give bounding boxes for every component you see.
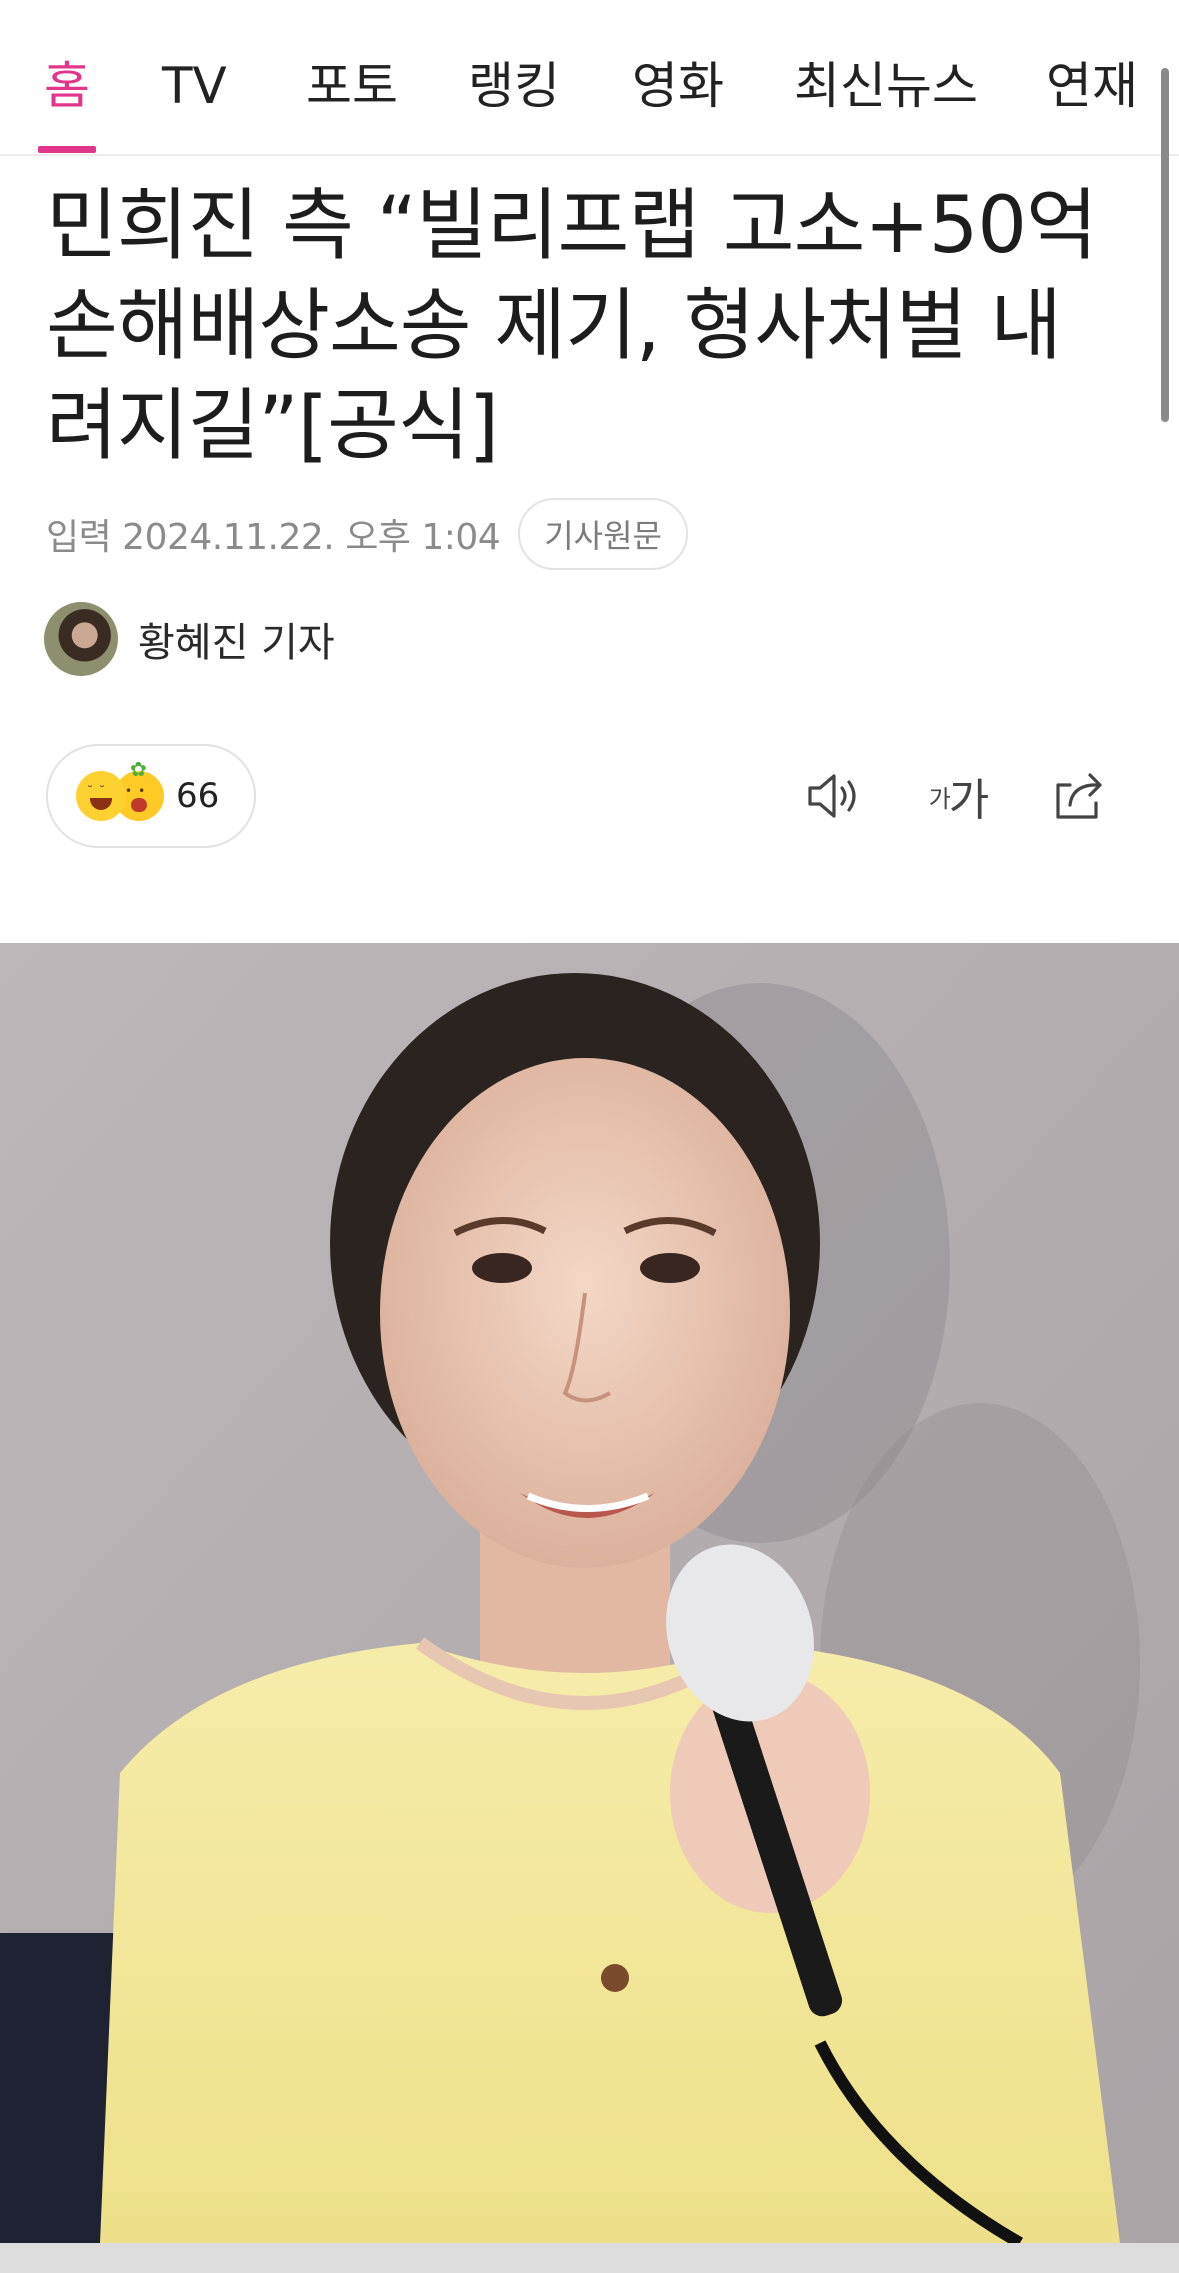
tab-home[interactable]: 홈 [44,56,90,116]
font-small-glyph: 가 [928,784,951,813]
speaker-icon[interactable] [798,760,870,832]
bottom-edge [0,2243,1179,2273]
portrait-photo [0,943,1179,2243]
active-tab-indicator [38,146,96,153]
tab-ranking[interactable]: 랭킹 [468,56,560,116]
reporter-info[interactable]: 황혜진 기자 [44,602,335,676]
font-large-glyph: 가 [948,775,990,826]
article-headline: 민희진 측 “빌리프랩 고소+50억 손해배상소송 제기, 형사처벌 내려지길”… [46,181,1098,471]
reporter-avatar [44,602,118,676]
font-size-icon[interactable]: 가가 [918,760,998,832]
reaction-button[interactable]: ˘˘ ✿ •• 66 [46,744,256,848]
article-photo[interactable] [0,943,1179,2243]
laugh-emoji-icon: ˘˘ [76,771,126,821]
share-icon[interactable] [1046,760,1112,832]
tab-series[interactable]: 연재 [1046,56,1138,116]
tab-movie[interactable]: 영화 [632,56,724,116]
reporter-name: 황혜진 기자 [138,620,335,666]
scrollbar[interactable] [1161,68,1169,422]
top-nav: 홈 TV 포토 랭킹 영화 최신뉴스 연재 [0,0,1179,156]
article-meta: 입력 2024.11.22. 오후 1:04 기사원문 [46,498,688,570]
tab-tv[interactable]: TV [162,56,227,116]
reaction-count: 66 [176,776,220,816]
tab-photo[interactable]: 포토 [306,56,398,116]
tab-latest-news[interactable]: 최신뉴스 [794,56,978,116]
original-article-button[interactable]: 기사원문 [518,498,688,570]
publish-date: 입력 2024.11.22. 오후 1:04 [46,517,501,558]
